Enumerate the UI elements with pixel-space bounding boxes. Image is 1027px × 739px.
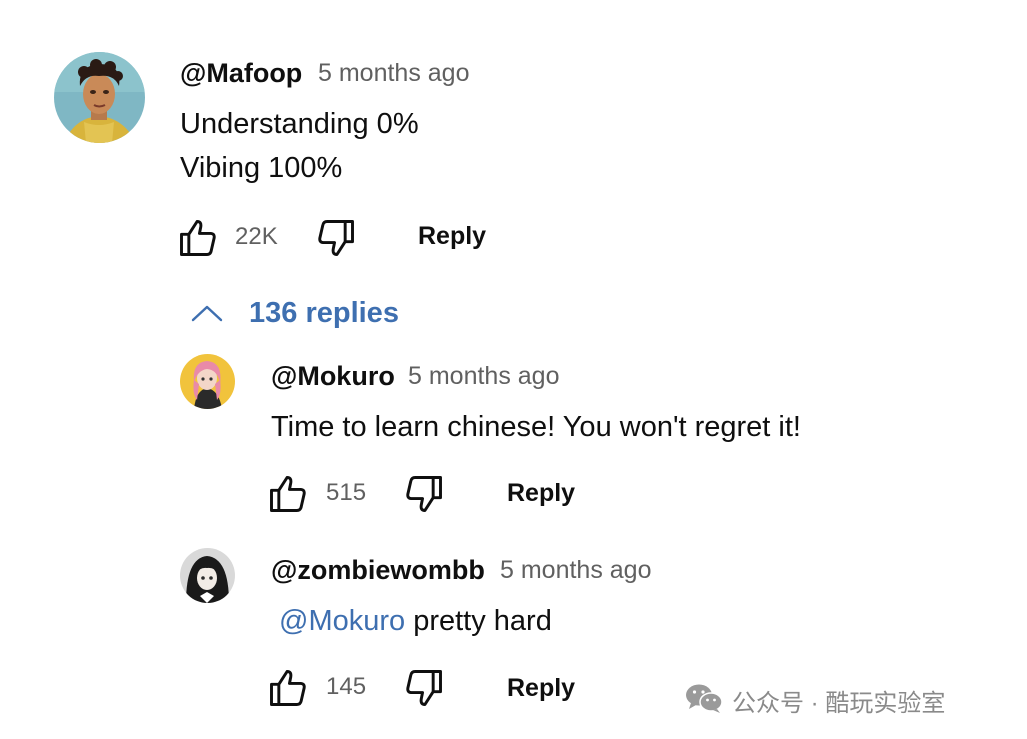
reply-button[interactable]: Reply: [418, 222, 486, 251]
thumbs-down-icon: [406, 476, 442, 512]
dislike-button[interactable]: [314, 216, 358, 260]
like-button[interactable]: [176, 216, 220, 260]
reply-1-author[interactable]: @Mokuro: [271, 361, 395, 392]
reply-1-dislike-button[interactable]: [402, 472, 446, 516]
reply-2-timestamp[interactable]: 5 months ago: [500, 556, 652, 585]
wechat-icon: [686, 684, 723, 713]
comments-panel: @Mafoop 5 months ago Understanding 0% Vi…: [0, 0, 1027, 739]
reply-1-like-count: 515: [326, 479, 367, 506]
comment-author[interactable]: @Mafoop: [180, 58, 302, 89]
reply-2-like-count: 145: [326, 673, 367, 700]
thumbs-down-icon: [318, 220, 354, 256]
reply-1-timestamp[interactable]: 5 months ago: [408, 362, 560, 391]
avatar-zombiewombb[interactable]: [180, 548, 235, 603]
reply-1-like-button[interactable]: [266, 472, 310, 516]
thumbs-up-icon: [180, 220, 216, 256]
reply-2-text: @Mokuro pretty hard: [279, 599, 552, 643]
reply-2-text-body: pretty hard: [405, 605, 552, 637]
comment-timestamp[interactable]: 5 months ago: [318, 59, 470, 88]
reply-2-like-button[interactable]: [266, 666, 310, 710]
watermark: 公众号 · 酷玩实验室: [684, 678, 1004, 718]
comment-text-line-1: Understanding 0%: [180, 108, 419, 140]
mention-link[interactable]: @Mokuro: [279, 605, 405, 637]
replies-toggle[interactable]: 136 replies: [190, 293, 430, 337]
replies-count-label: 136 replies: [249, 297, 399, 329]
reply-1-reply-button[interactable]: Reply: [507, 479, 575, 508]
thumbs-up-icon: [270, 670, 306, 706]
like-count: 22K: [235, 223, 278, 250]
reply-2-reply-button[interactable]: Reply: [507, 674, 575, 703]
avatar-mafoop[interactable]: [54, 52, 145, 143]
comment-text-line-2: Vibing 100%: [180, 152, 343, 184]
reply-2-dislike-button[interactable]: [402, 666, 446, 710]
chevron-up-icon: [191, 305, 223, 322]
thumbs-up-icon: [270, 476, 306, 512]
avatar-mokuro[interactable]: [180, 354, 235, 409]
thumbs-down-icon: [406, 670, 442, 706]
reply-1-text: Time to learn chinese! You won't regret …: [271, 411, 801, 443]
watermark-text: 公众号 · 酷玩实验室: [732, 690, 946, 717]
reply-2-author[interactable]: @zombiewombb: [271, 555, 485, 586]
